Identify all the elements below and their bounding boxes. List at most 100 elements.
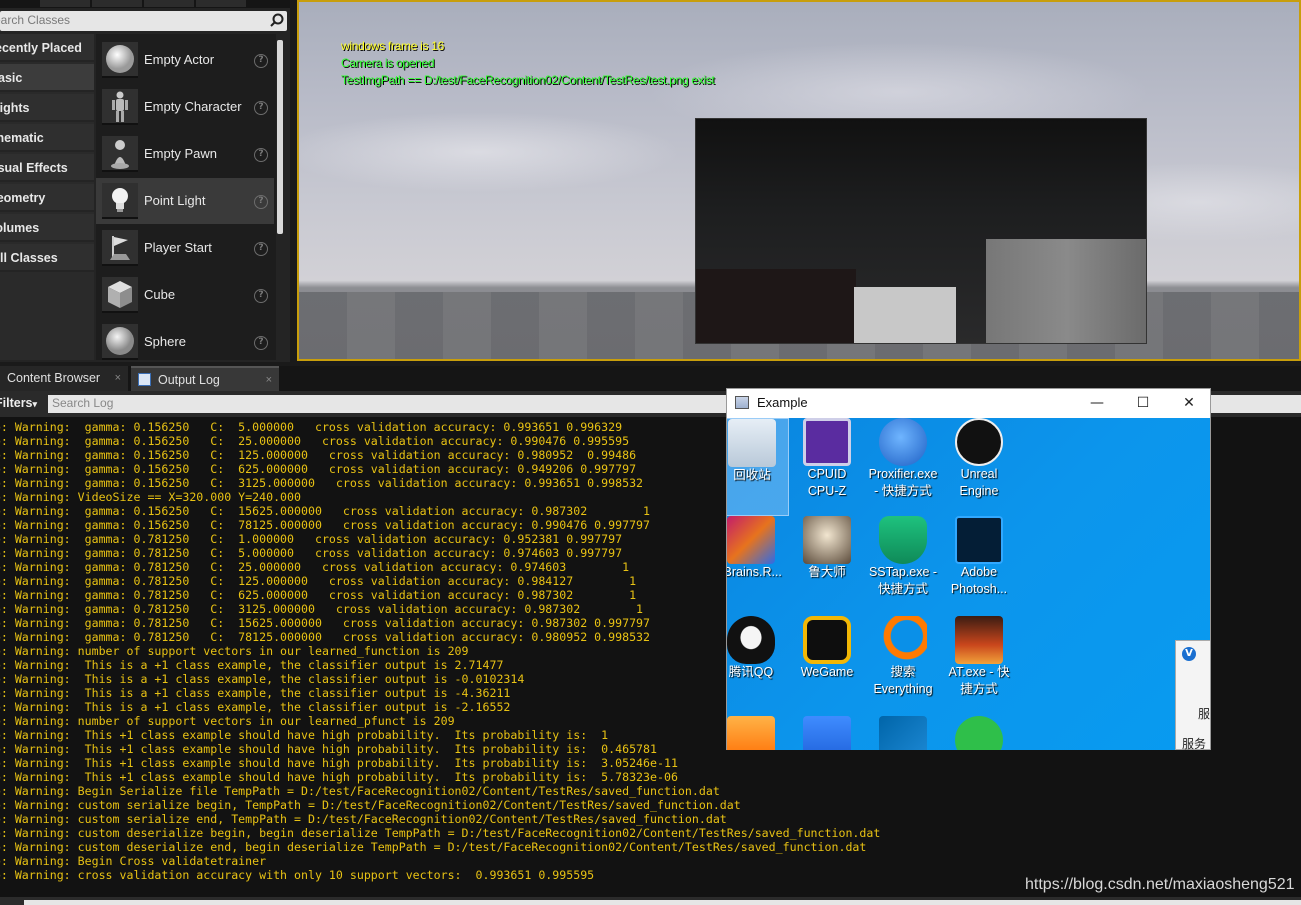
actor-item-point-light[interactable]: Point Light ?: [96, 178, 274, 224]
search-classes-placeholder: Search Classes: [0, 13, 71, 27]
log-line: LogTemp: Warning: gamma: 0.156250 C: 125…: [0, 448, 637, 462]
close-button[interactable]: ✕: [1166, 389, 1212, 418]
category-visual-effects[interactable]: Visual Effects: [0, 154, 94, 182]
actor-item-empty-character[interactable]: Empty Character ?: [96, 84, 274, 130]
log-line: LogTemp: Warning: gamma: 0.781250 C: 625…: [0, 588, 637, 602]
category-label: Basic: [0, 71, 23, 85]
search-icon[interactable]: [270, 13, 284, 27]
category-label: Visual Effects: [0, 161, 68, 175]
desktop-icon-photoshop[interactable]: Adobe Photosh...: [941, 516, 1017, 614]
desktop-icon-green-app[interactable]: [941, 716, 1017, 750]
desktop-icon-label: AT.exe - 快 捷方式: [948, 665, 1010, 696]
minimize-button[interactable]: —: [1074, 389, 1120, 418]
window-title-bar[interactable]: Example — ☐ ✕: [727, 389, 1210, 418]
log-line: LogTemp: Warning: gamma: 0.781250 C: 781…: [0, 630, 651, 644]
sphere-white-icon: [102, 42, 138, 78]
desktop-icon-proxifier[interactable]: Proxifier.exe - 快捷方式: [865, 418, 941, 516]
chevron-down-icon: ▾: [32, 399, 38, 409]
maximize-button[interactable]: ☐: [1120, 389, 1166, 418]
close-icon[interactable]: ×: [266, 368, 272, 393]
qq-penguin-icon: [727, 616, 775, 664]
actor-label: Empty Actor: [144, 52, 215, 67]
desktop-icon-label: 回收站: [733, 468, 771, 482]
log-icon: [138, 373, 151, 386]
log-line: LogTemp: Warning: custom deserialize end…: [0, 840, 867, 854]
category-recently-placed[interactable]: Recently Placed: [0, 34, 94, 62]
search-classes-input[interactable]: Search Classes: [0, 11, 287, 31]
example-window[interactable]: Example — ☐ ✕ 回收站 CPUID CPU-Z Proxifier.…: [726, 388, 1211, 750]
desktop-icon-recycle-bin[interactable]: 回收站: [727, 418, 789, 516]
tab-label: Output Log: [158, 373, 220, 387]
category-basic[interactable]: Basic: [0, 64, 94, 92]
desktop-icon-rider[interactable]: tBrains.R...: [727, 516, 789, 614]
log-line: LogTemp: Warning: gamma: 0.156250 C: 625…: [0, 462, 637, 476]
log-line: LogTemp: Warning: number of support vect…: [0, 714, 455, 728]
cpuz-icon: [803, 418, 851, 466]
level-viewport[interactable]: windows frame is 16 Camera is opened Tes…: [297, 0, 1301, 361]
dialog-app-icon: V: [1182, 647, 1196, 661]
search-log-placeholder: Search Log: [52, 396, 114, 410]
category-cinematic[interactable]: Cinematic: [0, 124, 94, 152]
help-icon[interactable]: ?: [254, 242, 268, 256]
category-volumes[interactable]: Volumes: [0, 214, 94, 242]
tab-output-log[interactable]: Output Log ×: [131, 366, 279, 391]
log-line: LogTemp: Warning: gamma: 0.781250 C: 1.0…: [0, 532, 623, 546]
actor-item-sphere[interactable]: Sphere ?: [96, 319, 274, 360]
desktop-icon-ludashi[interactable]: 鲁大师: [789, 516, 865, 614]
log-line: LogTemp: Warning: This is a +1 class exa…: [0, 658, 504, 672]
help-icon[interactable]: ?: [254, 289, 268, 303]
help-icon[interactable]: ?: [254, 336, 268, 350]
help-icon[interactable]: ?: [254, 148, 268, 162]
desktop-icon-vscode[interactable]: [865, 716, 941, 750]
help-icon[interactable]: ?: [254, 101, 268, 115]
desktop-icon-at-exe[interactable]: AT.exe - 快 捷方式: [941, 616, 1017, 714]
desktop-icon-sstap[interactable]: SSTap.exe - 快捷方式: [865, 516, 941, 614]
flag-icon: [102, 230, 138, 266]
log-line: LogTemp: Warning: This +1 class example …: [0, 756, 678, 770]
vscode-icon: [879, 716, 927, 750]
console-input-strip: [0, 897, 1301, 905]
actor-list-scrollbar[interactable]: [277, 40, 283, 234]
desktop-icon-label: Adobe Photosh...: [950, 565, 1008, 596]
desktop-icon-everything[interactable]: 搜索 Everything: [865, 616, 941, 714]
desktop-icon-orange-app[interactable]: [727, 716, 789, 750]
tab-content-browser[interactable]: Content Browser ×: [0, 366, 128, 391]
sphere-icon: [102, 324, 138, 360]
filters-dropdown[interactable]: Filters▾: [0, 396, 37, 410]
help-icon[interactable]: ?: [254, 54, 268, 68]
category-all-classes[interactable]: All Classes: [0, 244, 94, 272]
desktop-icon-label: tBrains.R...: [727, 565, 782, 579]
window-app-icon: [735, 396, 749, 409]
partial-dialog-window: V 服 服务: [1175, 640, 1210, 750]
category-lights[interactable]: Lights: [0, 94, 94, 122]
debug-message-camera: Camera is opened: [341, 56, 435, 70]
desktop-icon-qq[interactable]: 腾讯QQ: [727, 616, 789, 714]
log-line: LogTemp: Warning: This +1 class example …: [0, 728, 609, 742]
desktop-icon-cpuz[interactable]: CPUID CPU-Z: [789, 418, 865, 516]
help-icon[interactable]: ?: [254, 195, 268, 209]
lightbulb-icon: [102, 183, 138, 219]
actor-item-player-start[interactable]: Player Start ?: [96, 225, 274, 271]
cube-icon: [102, 277, 138, 313]
actor-item-cube[interactable]: Cube ?: [96, 272, 274, 318]
category-label: Recently Placed: [0, 41, 82, 55]
close-icon[interactable]: ×: [115, 366, 121, 391]
everything-search-icon: [879, 616, 927, 664]
actor-item-empty-actor[interactable]: Empty Actor ?: [96, 37, 274, 83]
category-geometry[interactable]: Geometry: [0, 184, 94, 212]
log-line: LogTemp: Warning: gamma: 0.156250 C: 5.0…: [0, 420, 623, 434]
desktop-icon-wegame[interactable]: WeGame: [789, 616, 865, 714]
desktop-icon-blue-app[interactable]: [789, 716, 865, 750]
actor-label: Sphere: [144, 334, 186, 349]
desktop-screenshot: 回收站 CPUID CPU-Z Proxifier.exe - 快捷方式 Unr…: [727, 418, 1210, 750]
log-line: LogTemp: Warning: gamma: 0.156250 C: 156…: [0, 504, 651, 518]
category-label: Geometry: [0, 191, 46, 205]
log-line: LogTemp: Warning: This +1 class example …: [0, 742, 657, 756]
character-icon: [102, 89, 138, 125]
desktop-icon-label: 腾讯QQ: [728, 665, 774, 679]
actor-item-empty-pawn[interactable]: Empty Pawn ?: [96, 131, 274, 177]
desktop-icon-unreal[interactable]: Unreal Engine: [941, 418, 1017, 516]
green-app-icon: [955, 716, 1003, 750]
category-label: Volumes: [0, 221, 40, 235]
tab-label: Content Browser: [7, 371, 101, 385]
